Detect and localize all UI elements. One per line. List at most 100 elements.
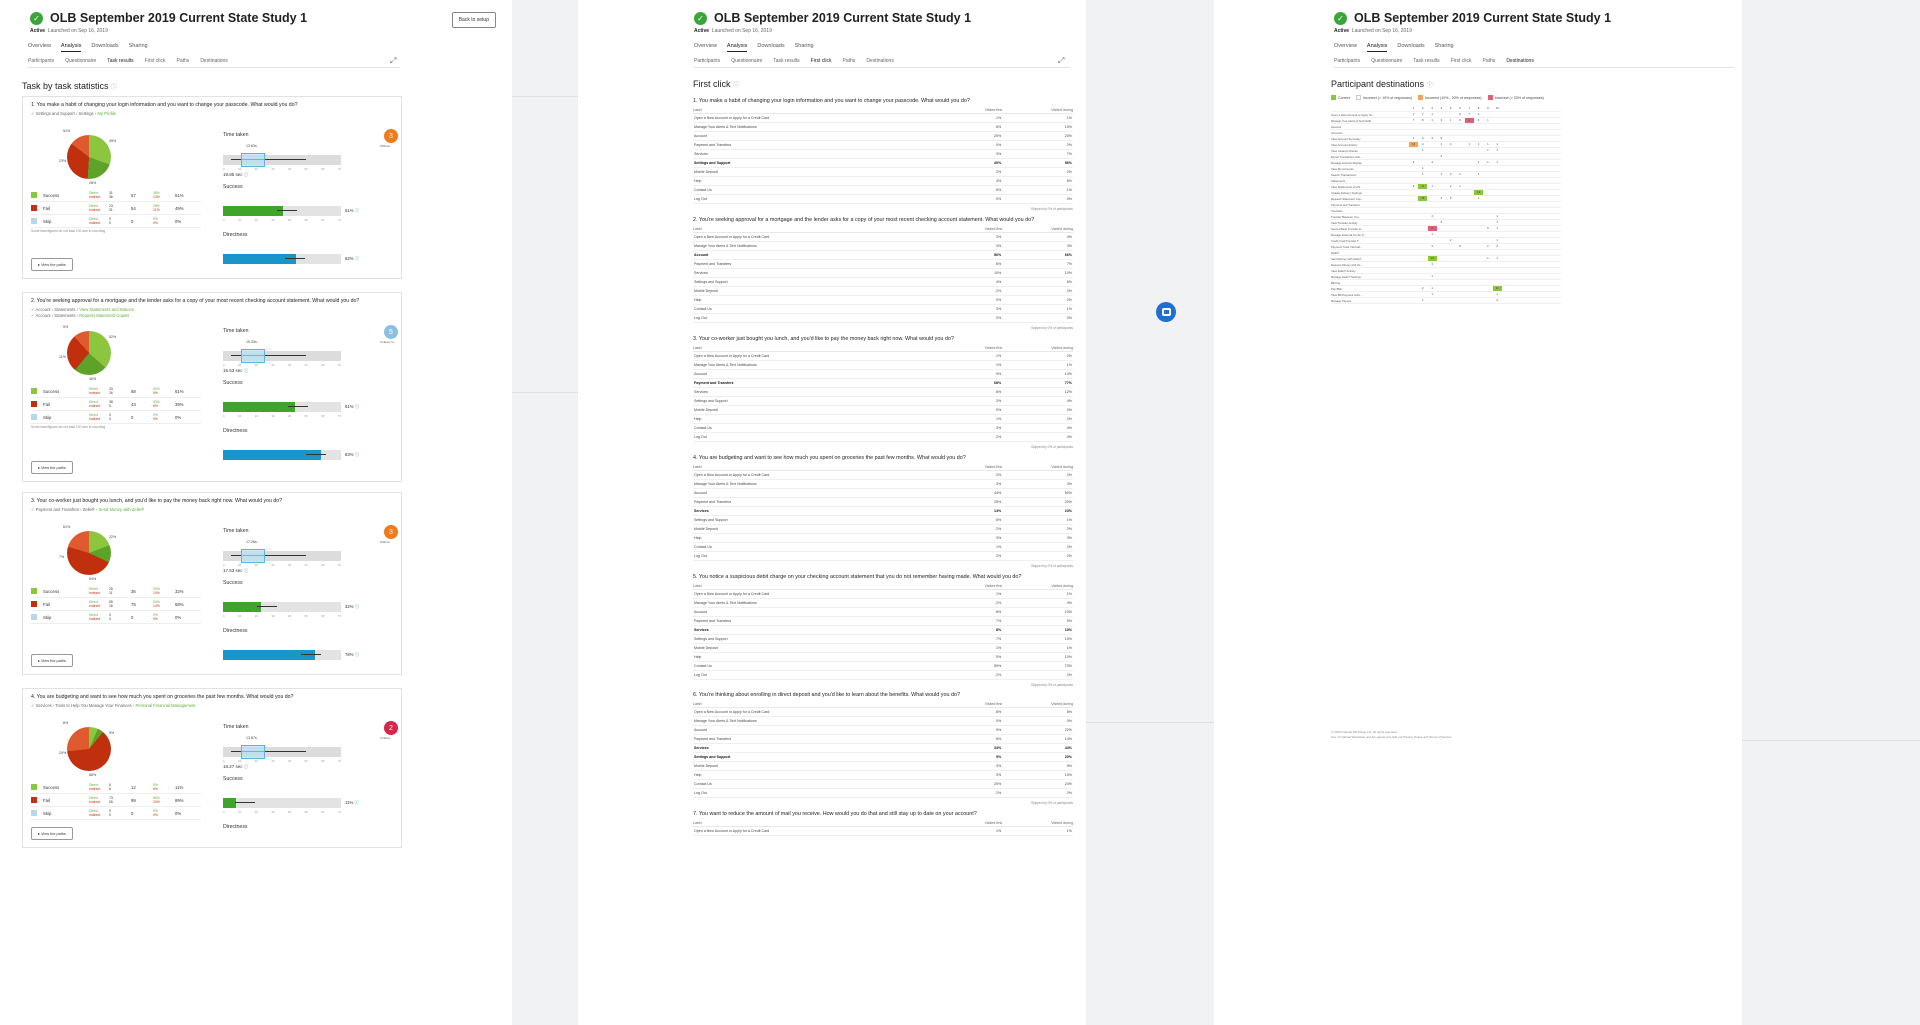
- tab-sharing[interactable]: Sharing: [1435, 43, 1454, 52]
- table-row[interactable]: Help 0% 2%: [693, 295, 1073, 305]
- tab-overview[interactable]: Overview: [694, 43, 717, 52]
- table-row[interactable]: Help 3% 3%: [693, 533, 1073, 543]
- tab-overview[interactable]: Overview: [28, 43, 51, 52]
- tab-downloads[interactable]: Downloads: [757, 43, 784, 52]
- table-row[interactable]: Services 14% 23%: [693, 506, 1073, 516]
- table-row[interactable]: Open a New Account or Apply for a Credit…: [693, 470, 1073, 480]
- table-row[interactable]: Manage Your Alerts & Text Notifications …: [693, 716, 1073, 726]
- chat-button[interactable]: [1156, 302, 1176, 322]
- table-row[interactable]: Manage Your Alerts & Text Notifications …: [693, 360, 1073, 370]
- table-row[interactable]: Log Out 2% 2%: [693, 788, 1073, 798]
- table-row[interactable]: Help 4% 6%: [693, 176, 1073, 186]
- table-row[interactable]: Payment and Transfers 8% 14%: [693, 734, 1073, 744]
- tab-analysis[interactable]: Analysis: [60, 43, 82, 52]
- table-row[interactable]: Mobile Deposit 0% 0%: [693, 405, 1073, 415]
- table-row[interactable]: Contact Us 1% 2%: [693, 542, 1073, 552]
- table-row[interactable]: Payment and Transfers 6% 7%: [693, 259, 1073, 269]
- table-row[interactable]: Manage Your Alerts & Text Notifications …: [693, 479, 1073, 489]
- table-row[interactable]: Account 20% 20%: [693, 131, 1073, 141]
- first-click-table: Label Visited first Visited during Open …: [693, 583, 1073, 680]
- table-row[interactable]: Manage Your Alerts & Text Notifications …: [693, 598, 1073, 608]
- table-row[interactable]: Open a New Account or Apply for a Credit…: [693, 351, 1073, 361]
- matrix-row[interactable]: Manage Payees 1 2: [1331, 298, 1561, 304]
- table-row[interactable]: Mobile Deposit 1% 1%: [693, 643, 1073, 653]
- table-row[interactable]: Help 3% 10%: [693, 770, 1073, 780]
- table-row[interactable]: Contact Us 6% 1%: [693, 185, 1073, 195]
- table-row[interactable]: Settings and Support 40% 56%: [693, 158, 1073, 168]
- table-row[interactable]: Contact Us 59% 73%: [693, 661, 1073, 671]
- table-row[interactable]: Help 5% 10%: [693, 652, 1073, 662]
- table-row[interactable]: Log Out 0% 0%: [693, 313, 1073, 323]
- table-row[interactable]: Settings and Support 9% 20%: [693, 752, 1073, 762]
- background-gap: [1086, 0, 1214, 1025]
- table-row[interactable]: Settings and Support 7% 10%: [693, 634, 1073, 644]
- table-row[interactable]: Contact Us 20% 24%: [693, 779, 1073, 789]
- table-row[interactable]: Settings and Support 4% 6%: [693, 277, 1073, 287]
- results-table: Success Direct Indirect 66 12 5% 6% 11% Fa…: [31, 781, 201, 820]
- table-row[interactable]: Log Out 0% 0%: [693, 194, 1073, 204]
- tab-sharing[interactable]: Sharing: [795, 43, 814, 52]
- table-row[interactable]: Mobile Deposit 2% 2%: [693, 524, 1073, 534]
- view-paths-button[interactable]: ▸ View the paths: [31, 827, 73, 840]
- tab-analysis[interactable]: Analysis: [1366, 43, 1388, 52]
- table-row[interactable]: Settings and Support 5% 1%: [693, 515, 1073, 525]
- tab-downloads[interactable]: Downloads: [1397, 43, 1424, 52]
- table-row[interactable]: Payment and Transfers 0% 2%: [693, 140, 1073, 150]
- skip-swatch: [31, 414, 37, 420]
- table-row[interactable]: Services 8% 10%: [693, 625, 1073, 635]
- table-row[interactable]: Account 9% 14%: [693, 369, 1073, 379]
- table-row[interactable]: Log Out 2% 2%: [693, 670, 1073, 680]
- table-row[interactable]: Log Out 2% 2%: [693, 551, 1073, 561]
- table-row[interactable]: Open a New Account or Apply for a Credit…: [693, 113, 1073, 123]
- table-row[interactable]: Open a New Account or Apply for a Credit…: [693, 707, 1073, 717]
- score-label: Unlikely to...: [380, 340, 397, 344]
- table-row[interactable]: Payment and Transfers 7% 9%: [693, 616, 1073, 626]
- view-paths-button[interactable]: ▸ View the paths: [31, 258, 73, 271]
- table-row[interactable]: Settings and Support 3% 4%: [693, 396, 1073, 406]
- directness-bar: [223, 450, 341, 460]
- table-row[interactable]: Payment and Transfers 20% 20%: [693, 497, 1073, 507]
- expand-icon[interactable]: ⤢: [390, 56, 396, 66]
- view-paths-button[interactable]: ▸ View the paths: [31, 654, 73, 667]
- table-row[interactable]: Services 8% 12%: [693, 387, 1073, 397]
- tab-analysis[interactable]: Analysis: [726, 43, 748, 52]
- view-paths-button[interactable]: ▸ View the paths: [31, 461, 73, 474]
- time-taken-label: Time taken: [223, 132, 249, 138]
- table-row[interactable]: Services 10% 10%: [693, 268, 1073, 278]
- tab-overview[interactable]: Overview: [1334, 43, 1357, 52]
- table-row[interactable]: Mobile Deposit 2% 2%: [693, 167, 1073, 177]
- background-gap: [1742, 0, 1920, 1025]
- table-row[interactable]: Account 44% 50%: [693, 488, 1073, 498]
- table-row[interactable]: Open a New Account or Apply for a Credit…: [693, 232, 1073, 242]
- skipped-note: Skipped by 0% of participants: [1031, 325, 1073, 330]
- table-row[interactable]: Manage Your Alerts & Text Notifications …: [693, 241, 1073, 251]
- table-row[interactable]: Account 56% 66%: [693, 250, 1073, 260]
- table-row[interactable]: Services 34% 44%: [693, 743, 1073, 753]
- table-row[interactable]: Contact Us 3% 1%: [693, 304, 1073, 314]
- study-status: Active Launched on Sep 16, 2019: [30, 28, 108, 34]
- expand-icon[interactable]: ⤢: [1058, 56, 1064, 66]
- table-row[interactable]: Open a New Account or Apply for a Credit…: [693, 826, 1073, 836]
- table-row[interactable]: Log Out 2% 4%: [693, 432, 1073, 442]
- table-row[interactable]: Services 3% 7%: [693, 149, 1073, 159]
- table-row[interactable]: Payment and Transfers 68% 77%: [693, 378, 1073, 388]
- score-badge: 5: [384, 325, 398, 339]
- tab-sharing[interactable]: Sharing: [129, 43, 148, 52]
- study-status: Active Launched on Sep 16, 2019: [1334, 28, 1412, 34]
- time-axis: 0 10 20 30 40 50 60 70: [223, 363, 341, 367]
- back-to-setup-button[interactable]: Back to setup: [451, 12, 496, 28]
- table-row[interactable]: Contact Us 3% 4%: [693, 423, 1073, 433]
- pie-label: 61%: [63, 525, 71, 529]
- table-row[interactable]: Mobile Deposit 3% 9%: [693, 761, 1073, 771]
- result-row: Fail Direct Indirect 38 5 43 33% 6% 39%: [31, 398, 201, 411]
- table-row[interactable]: Help 1% 2%: [693, 414, 1073, 424]
- table-row[interactable]: Open a New Account or Apply for a Credit…: [693, 589, 1073, 599]
- table-row[interactable]: Mobile Deposit 2% 2%: [693, 286, 1073, 296]
- tab-downloads[interactable]: Downloads: [91, 43, 118, 52]
- info-icon: ⓘ: [733, 83, 740, 89]
- table-row[interactable]: Account 9% 22%: [693, 725, 1073, 735]
- table-row[interactable]: Manage Your Alerts & Text Notifications …: [693, 122, 1073, 132]
- result-row: Skip Direct Indirect 00 0 0% 0% 0%: [31, 411, 201, 424]
- question-text: 2. You're seeking approval for a mortgag…: [693, 217, 1035, 223]
- table-row[interactable]: Account 8% 10%: [693, 607, 1073, 617]
